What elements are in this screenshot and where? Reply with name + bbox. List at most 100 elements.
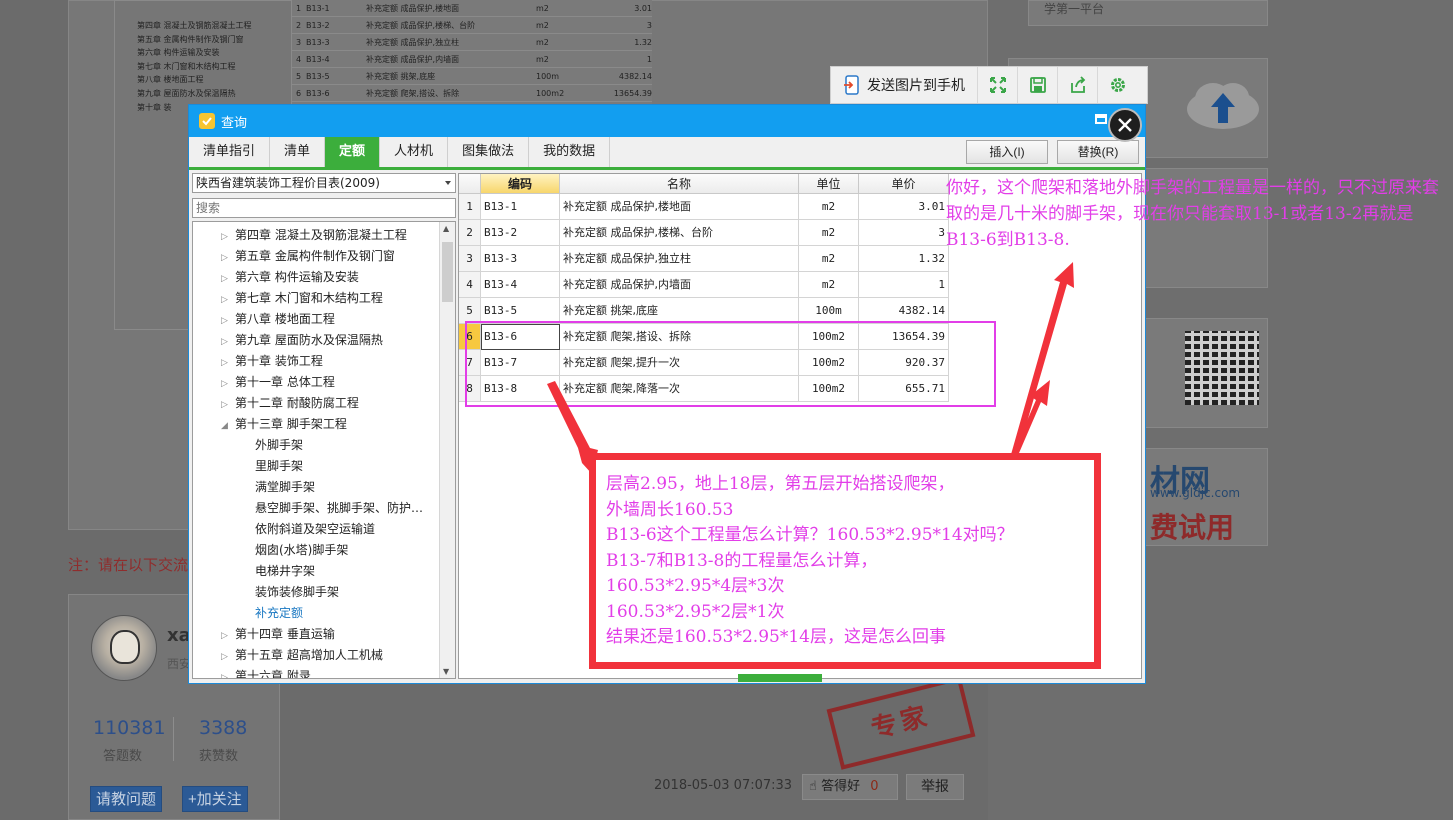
tree-scrollbar[interactable]: ▲ ▼: [439, 222, 455, 678]
expand-icon[interactable]: ▷: [221, 269, 235, 290]
tree-chapter[interactable]: ▷ 第十一章 总体工程: [221, 372, 335, 393]
tab-3[interactable]: 定额: [325, 137, 381, 167]
tree-chapter[interactable]: ▷ 第十二章 耐酸防腐工程: [221, 393, 359, 414]
expand-icon[interactable]: ▷: [221, 668, 235, 678]
likes-count: 3388: [199, 717, 248, 739]
header-price[interactable]: 单价: [859, 174, 949, 194]
cell-unit[interactable]: m2: [799, 220, 859, 246]
mini-tree-item: 第五章 金属构件制作及钢门窗: [137, 34, 244, 44]
cell-unit[interactable]: m2: [799, 194, 859, 220]
tree-chapter[interactable]: ▷ 第十四章 垂直运输: [221, 624, 335, 645]
tree-chapter[interactable]: ▷ 第六章 构件运输及安装: [221, 267, 359, 288]
cell-price[interactable]: 1: [859, 272, 949, 298]
replace-button[interactable]: 替换(R): [1057, 140, 1139, 164]
follow-button[interactable]: +加关注: [182, 786, 248, 812]
header-name[interactable]: 名称: [560, 174, 799, 194]
tree-subitem[interactable]: 悬空脚手架、挑脚手架、防护…: [255, 498, 423, 519]
cell-name[interactable]: 补充定额 成品保护,楼地面: [560, 194, 799, 220]
tree-chapter[interactable]: ▷ 第八章 楼地面工程: [221, 309, 335, 330]
tree-subitem[interactable]: 装饰装修脚手架: [255, 582, 339, 603]
highlight-rows-box: [465, 321, 996, 407]
search-input[interactable]: [192, 198, 456, 218]
tab-5[interactable]: 图集做法: [448, 137, 530, 167]
expand-icon[interactable]: ▷: [221, 647, 235, 668]
header-code[interactable]: 编码: [481, 174, 560, 194]
tree-chapter[interactable]: ▷ 第九章 屋面防水及保温隔热: [221, 330, 383, 351]
fullscreen-icon: [989, 77, 1006, 93]
fullscreen-button[interactable]: [978, 67, 1018, 103]
cell-name[interactable]: 补充定额 成品保护,楼梯、台阶: [560, 220, 799, 246]
tab-2[interactable]: 清单: [270, 137, 326, 167]
report-button[interactable]: 举报: [906, 774, 964, 800]
tree-chapter[interactable]: ▷ 第十五章 超高增加人工机械: [221, 645, 383, 666]
mini-cell: B13-2: [306, 21, 330, 30]
grid-bottom-tab[interactable]: [738, 674, 822, 682]
tree-subitem[interactable]: 里脚手架: [255, 456, 303, 477]
dialog-titlebar[interactable]: 查询: [189, 105, 1145, 137]
like-button[interactable]: ☝ 答得好 0: [802, 774, 898, 800]
price-table-select[interactable]: 陕西省建筑装饰工程价目表(2009): [192, 173, 456, 193]
tree-chapter[interactable]: ◢ 第十三章 脚手架工程: [221, 414, 347, 435]
tab-4[interactable]: 人材机: [380, 137, 449, 167]
expand-icon[interactable]: ▷: [221, 626, 235, 647]
tree-label: 满堂脚手架: [255, 480, 316, 494]
expand-icon[interactable]: ▷: [221, 395, 235, 416]
share-button[interactable]: [1058, 67, 1098, 103]
tree-subitem[interactable]: 烟囱(水塔)脚手架: [255, 540, 348, 561]
expert-stamp: 专家: [826, 676, 976, 770]
tree-subitem[interactable]: 外脚手架: [255, 435, 303, 456]
tab-1[interactable]: 清单指引: [189, 137, 271, 167]
cell-unit[interactable]: m2: [799, 246, 859, 272]
expand-icon[interactable]: ▷: [221, 290, 235, 311]
cell-code[interactable]: B13-1: [481, 194, 560, 220]
send-to-phone-button[interactable]: 发送图片到手机: [831, 67, 978, 103]
cell-price[interactable]: 3: [859, 220, 949, 246]
question-line: 160.53*2.95*4层*3次: [606, 576, 785, 596]
expand-icon[interactable]: ▷: [221, 332, 235, 353]
expand-icon[interactable]: ▷: [221, 248, 235, 269]
question-line: B13-7和B13-8的工程量怎么计算，: [606, 550, 878, 571]
insert-button[interactable]: 插入(I): [966, 140, 1048, 164]
expand-icon[interactable]: ▷: [221, 353, 235, 374]
cell-price[interactable]: 3.01: [859, 194, 949, 220]
cell-name[interactable]: 补充定额 成品保护,独立柱: [560, 246, 799, 272]
expand-icon[interactable]: ▷: [221, 374, 235, 395]
expand-icon[interactable]: ▷: [221, 227, 235, 248]
mini-cell: 1: [646, 55, 652, 64]
cell-code[interactable]: B13-3: [481, 246, 560, 272]
cell-price[interactable]: 1.32: [859, 246, 949, 272]
screenshot-mini-table: 1 B13-1 补充定额 成品保护,楼地面 m2 3.01 2 B13-2 补充定额 成品保护…: [292, 0, 652, 104]
avatar[interactable]: [91, 615, 157, 681]
collapse-icon[interactable]: ◢: [221, 416, 235, 437]
scroll-thumb[interactable]: [442, 242, 453, 302]
tree-chapter[interactable]: ▷ 第四章 混凝土及钢筋混凝土工程: [221, 225, 407, 246]
tree-subitem[interactable]: 满堂脚手架: [255, 477, 315, 498]
cell-name[interactable]: 补充定额 成品保护,内墙面: [560, 272, 799, 298]
likes-label: 获赞数: [199, 749, 239, 764]
save-button[interactable]: [1018, 67, 1058, 103]
tree-subitem[interactable]: 补充定额: [255, 603, 303, 624]
mini-cell: 100m: [536, 72, 560, 81]
close-button[interactable]: [1108, 108, 1142, 142]
tree-chapter[interactable]: ▷ 第五章 金属构件制作及钢门窗: [221, 246, 395, 267]
mini-cell: 补充定额 爬架,搭设、拆除: [366, 89, 460, 98]
tree-subitem[interactable]: 电梯井字架: [255, 561, 315, 582]
tree-chapter[interactable]: ▷ 第七章 木门窗和木结构工程: [221, 288, 383, 309]
scroll-up-icon[interactable]: ▲: [443, 224, 449, 233]
tab-6[interactable]: 我的数据: [529, 137, 611, 167]
tree-chapter[interactable]: ▷ 第十六章 附录: [221, 666, 311, 678]
settings-button[interactable]: [1098, 67, 1138, 103]
expand-icon[interactable]: ▷: [221, 311, 235, 332]
settings-icon: [1111, 78, 1125, 92]
cell-code[interactable]: B13-4: [481, 272, 560, 298]
question-line: 外墙周长160.53: [606, 499, 734, 520]
mini-cell: 4382.14: [618, 72, 652, 81]
maximize-icon[interactable]: [1095, 114, 1107, 124]
cell-unit[interactable]: m2: [799, 272, 859, 298]
scroll-down-icon[interactable]: ▼: [443, 667, 449, 676]
header-unit[interactable]: 单位: [799, 174, 859, 194]
tree-chapter[interactable]: ▷ 第十章 装饰工程: [221, 351, 323, 372]
cell-code[interactable]: B13-2: [481, 220, 560, 246]
tree-subitem[interactable]: 依附斜道及架空运输道: [255, 519, 375, 540]
ask-question-button[interactable]: 请教问题: [90, 786, 163, 812]
